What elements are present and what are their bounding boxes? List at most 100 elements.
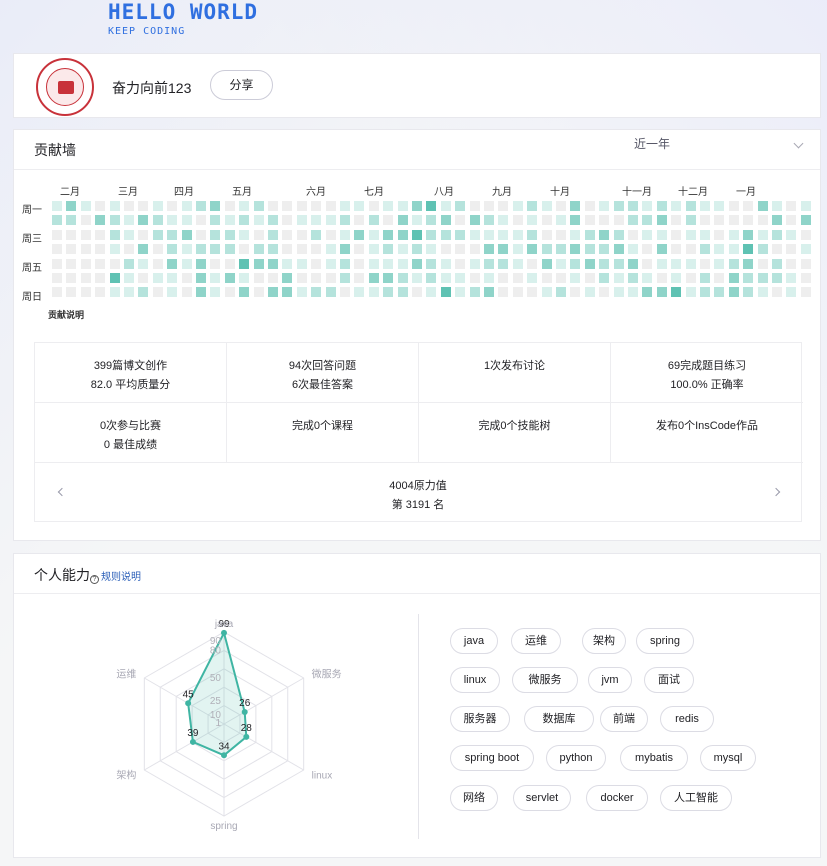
contribution-cell (757, 258, 768, 269)
contribution-cell (527, 258, 538, 269)
contribution-cell (757, 229, 768, 240)
contribution-cell (152, 287, 163, 298)
contribution-cell (224, 215, 235, 226)
skill-tag[interactable]: 面试 (644, 667, 694, 693)
contribution-cell (368, 287, 379, 298)
radar-point (221, 629, 227, 636)
stat-primary: 94次回答问题 (288, 360, 357, 372)
contribution-cell (224, 287, 235, 298)
range-select[interactable]: 近一年 (634, 134, 804, 160)
skill-tag[interactable]: 服务器 (450, 706, 510, 732)
month-label: 九月 (492, 187, 512, 198)
contribution-cell (527, 201, 538, 211)
contribution-cell (584, 273, 595, 283)
contribution-cell (512, 258, 523, 269)
skill-tag[interactable]: mybatis (620, 745, 688, 771)
contribution-cell (325, 273, 336, 283)
skill-tag[interactable]: 微服务 (512, 667, 578, 693)
contribution-cell (512, 215, 523, 226)
contribution-cell (800, 258, 811, 269)
skill-tag[interactable]: spring (636, 628, 694, 654)
contribution-cell (772, 244, 782, 255)
avatar[interactable] (36, 58, 94, 116)
contribution-cell (556, 229, 566, 240)
skill-tag[interactable]: 数据库 (524, 706, 594, 732)
contribution-cell (512, 287, 523, 298)
skill-tag[interactable]: 运维 (511, 628, 561, 654)
skill-tag[interactable]: redis (660, 706, 714, 732)
contribution-cell (426, 215, 437, 226)
contribution-cell (599, 273, 610, 283)
skill-tag[interactable]: python (546, 745, 606, 771)
contribution-cell (124, 229, 134, 240)
skill-tag[interactable]: 架构 (582, 628, 626, 654)
skill-tag[interactable]: 网络 (450, 785, 498, 811)
contribution-cell (109, 273, 120, 283)
contribution-cell (181, 244, 192, 255)
contribution-cell (786, 258, 797, 269)
contribution-cell (685, 258, 696, 269)
contribution-cell (253, 287, 264, 298)
rule-link[interactable]: ? 规则说明 (90, 568, 141, 584)
contribution-cell (181, 215, 192, 226)
banner: HELLO WORLD KEEP CODING (108, 0, 258, 37)
range-select-value: 近一年 (634, 137, 671, 151)
contribution-cell (613, 287, 624, 298)
contribution-cell (95, 258, 106, 269)
contribution-cell (397, 273, 408, 283)
contribution-cell (685, 273, 696, 283)
share-button[interactable]: 分享 (210, 70, 273, 100)
stat-primary: 0次参与比赛 (99, 420, 162, 432)
contribution-cell (642, 273, 653, 283)
contribution-cell (124, 244, 134, 255)
contribution-cell (196, 229, 206, 240)
contribution-cell (426, 229, 437, 240)
contribution-cell (282, 258, 293, 269)
contribution-cell (455, 229, 466, 240)
contribution-cell (440, 273, 451, 283)
contribution-cell (311, 273, 322, 283)
skill-tag[interactable]: mysql (700, 745, 756, 771)
contribution-cell (412, 215, 422, 226)
contribution-cell (440, 229, 451, 240)
contribution-cell (253, 273, 264, 283)
radar-axis-label: spring (210, 821, 237, 832)
contribution-cell (714, 215, 725, 226)
contribution-cell (786, 215, 797, 226)
question-icon: ? (90, 575, 99, 584)
skill-tag[interactable]: spring boot (450, 745, 534, 771)
contribution-cell (757, 273, 768, 283)
contribution-cell (743, 273, 754, 283)
radar-axis-label: java (214, 619, 234, 630)
contribution-legend-link[interactable]: 贡献说明 (48, 308, 84, 321)
contribution-cell (340, 287, 350, 298)
contribution-cell (570, 215, 581, 226)
contribution-cell (124, 273, 134, 283)
contribution-cell (584, 229, 595, 240)
skill-tag[interactable]: 人工智能 (660, 785, 732, 811)
skill-tag[interactable]: jvm (588, 667, 632, 693)
skill-tag[interactable]: java (450, 628, 498, 654)
contribution-cell (527, 244, 538, 255)
skill-tag[interactable]: 前端 (600, 706, 648, 732)
contribution-cell (757, 201, 768, 211)
radar-axis-label: 架构 (116, 769, 136, 782)
contribution-cell (282, 244, 293, 255)
skill-tag[interactable]: docker (586, 785, 648, 811)
stat-cell: 69完成题目练习 100.0% 正确率 (611, 343, 803, 403)
contribution-cell (138, 215, 149, 226)
divider (14, 169, 820, 170)
contribution-cell (368, 244, 379, 255)
contribution-cell (397, 258, 408, 269)
contribution-cell (124, 201, 134, 211)
skill-tag[interactable]: servlet (513, 785, 571, 811)
contribution-cell (772, 229, 782, 240)
skill-tag[interactable]: linux (450, 667, 500, 693)
radar-point (241, 709, 248, 716)
contribution-cell (800, 229, 811, 240)
contribution-cell (700, 215, 710, 226)
contribution-cell (628, 244, 638, 255)
ability-radar-chart: 11025508090992628343945java微服务linuxsprin… (116, 619, 341, 832)
contribution-cell (584, 201, 595, 211)
contribution-cell (700, 273, 710, 283)
